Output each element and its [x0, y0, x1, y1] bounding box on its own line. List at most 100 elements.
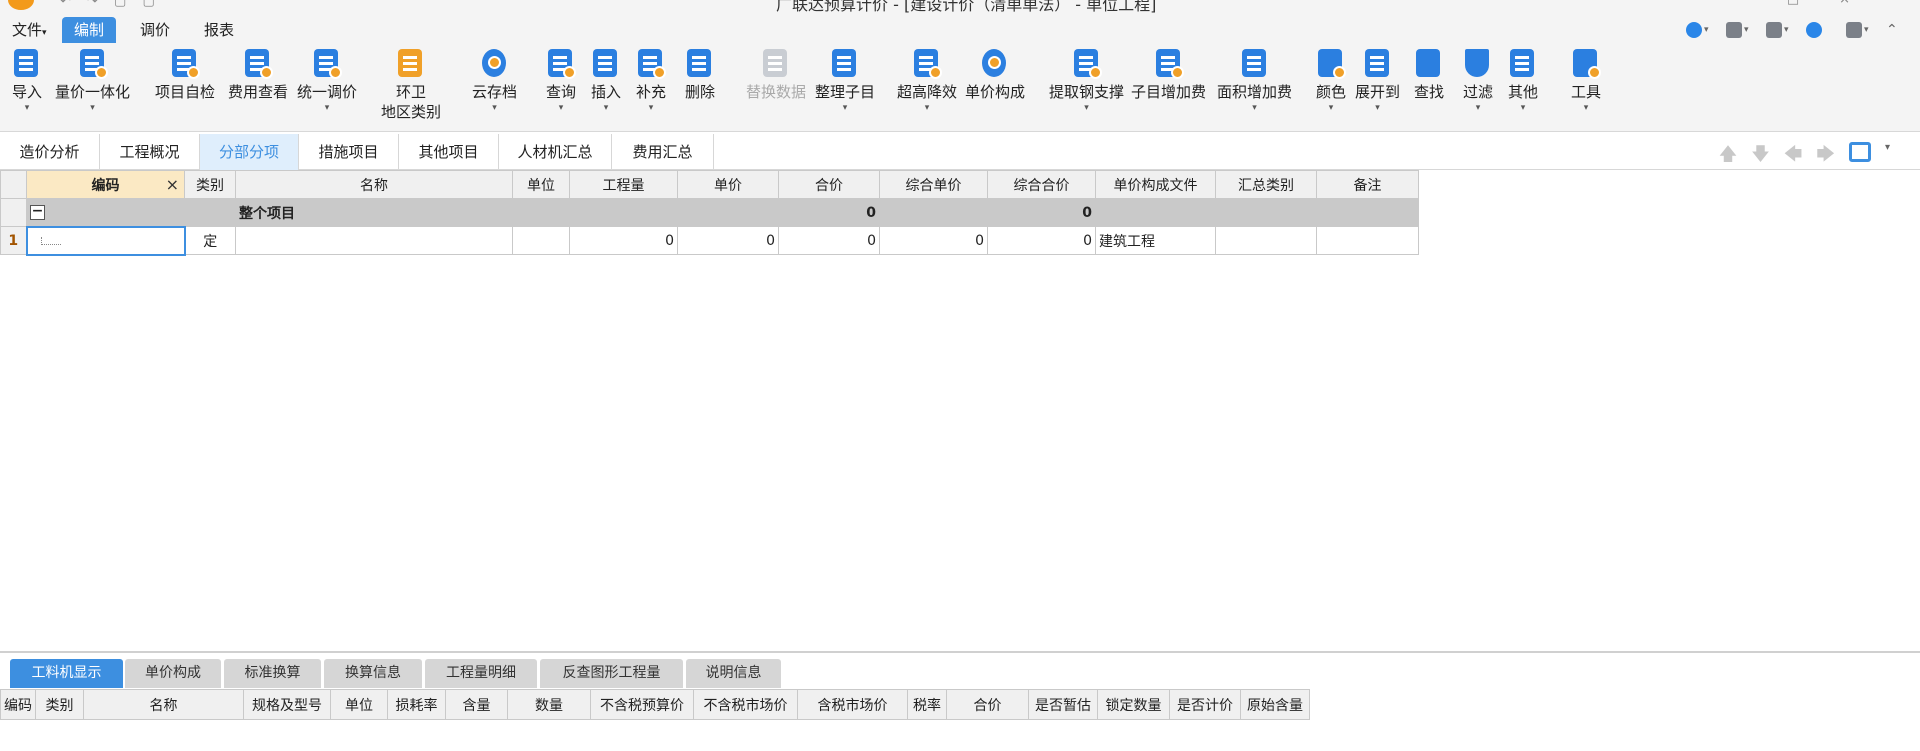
bcol-budget-price-excl-tax[interactable]: 不含税预算价 — [590, 689, 694, 720]
supplement-button[interactable]: 补充 ▾ — [636, 48, 666, 113]
window-layout-icon[interactable]: ▾ — [1766, 20, 1796, 40]
project-self-check-button[interactable]: 项目自检 — [155, 48, 215, 102]
collapse-ribbon-icon[interactable]: ⌃ — [1886, 20, 1900, 40]
comprehensive-unit-price-cell[interactable]: 0 — [879, 226, 988, 255]
tab-cost-analysis[interactable]: 造价分析 — [0, 134, 100, 170]
support-icon[interactable] — [1806, 20, 1836, 40]
quick-access-toolbar[interactable]: ↶ ↷ ▢ ▢ — [60, 0, 161, 9]
bcol-type[interactable]: 类别 — [35, 689, 84, 720]
bcol-original-content[interactable]: 原始含量 — [1240, 689, 1310, 720]
tab-description-info[interactable]: 说明信息 — [686, 659, 781, 688]
bcol-spec-model[interactable]: 规格及型号 — [243, 689, 331, 720]
col-header-quantity[interactable]: 工程量 — [569, 170, 678, 199]
bcol-tax-rate[interactable]: 税率 — [907, 689, 947, 720]
tools-button[interactable]: 工具 ▾ — [1571, 48, 1601, 113]
type-cell[interactable]: 定 — [184, 226, 236, 255]
unit-price-cell[interactable]: 0 — [677, 226, 779, 255]
col-header-total-price[interactable]: 合价 — [778, 170, 880, 199]
move-down-icon[interactable]: 🡇 — [1751, 142, 1770, 172]
quantity-price-integration-button[interactable]: 量价一体化 ▾ — [55, 48, 130, 113]
move-right-icon[interactable]: 🡆 — [1816, 142, 1835, 172]
menu-adjust-price[interactable]: 调价 — [128, 17, 182, 43]
code-cell[interactable] — [25, 225, 186, 256]
tab-other-items[interactable]: 其他项目 — [399, 134, 499, 170]
comprehensive-total-cell[interactable]: 0 — [987, 226, 1096, 255]
menu-file[interactable]: 文件▾ — [0, 17, 59, 43]
collapse-icon[interactable]: − — [30, 204, 45, 220]
col-header-unit[interactable]: 单位 — [512, 170, 570, 199]
user-icon[interactable]: ▾ — [1686, 20, 1716, 40]
bcol-unit[interactable]: 单位 — [330, 689, 388, 720]
expand-to-button[interactable]: 展开到 ▾ — [1355, 48, 1400, 113]
col-header-type[interactable]: 类别 — [184, 170, 236, 199]
delete-button[interactable]: 删除 — [685, 48, 715, 102]
organize-subitems-button[interactable]: 整理子目 ▾ — [815, 48, 875, 113]
bcol-code[interactable]: 编码 — [0, 689, 36, 720]
bcol-quantity[interactable]: 数量 — [507, 689, 591, 720]
tab-reverse-graph-quantity[interactable]: 反查图形工程量 — [540, 659, 683, 688]
close-icon[interactable]: × — [166, 175, 179, 194]
price-file-cell[interactable]: 建筑工程 — [1095, 226, 1216, 255]
menu-edit[interactable]: 编制 — [62, 17, 117, 43]
filter-button[interactable]: 过滤 ▾ — [1463, 48, 1493, 113]
bcol-is-provisional[interactable]: 是否暂估 — [1028, 689, 1098, 720]
import-button[interactable]: 导入 ▾ — [12, 48, 42, 113]
bcol-is-priced[interactable]: 是否计价 — [1169, 689, 1241, 720]
bcol-name[interactable]: 名称 — [83, 689, 244, 720]
bcol-market-price-incl-tax[interactable]: 含税市场价 — [797, 689, 908, 720]
fee-view-button[interactable]: 费用查看 — [228, 48, 288, 102]
quantity-cell[interactable]: 0 — [569, 226, 678, 255]
bcol-content[interactable]: 含量 — [445, 689, 508, 720]
unified-price-adjust-button[interactable]: 统一调价 ▾ — [297, 48, 357, 113]
region-category-button[interactable]: 环卫 地区类别 — [381, 48, 441, 122]
bcol-total-price[interactable]: 合价 — [946, 689, 1029, 720]
settings-dropdown-icon[interactable]: ▾ — [1885, 142, 1890, 172]
col-header-summary-category[interactable]: 汇总类别 — [1215, 170, 1317, 199]
color-button[interactable]: 颜色 ▾ — [1316, 48, 1346, 113]
insert-button[interactable]: 插入 ▾ — [591, 48, 621, 113]
remark-cell[interactable] — [1316, 226, 1419, 255]
cloud-archive-button[interactable]: 云存档 ▾ — [472, 48, 517, 113]
row-number[interactable]: 1 — [0, 226, 27, 255]
settings-icon[interactable] — [1848, 142, 1871, 162]
move-left-icon[interactable]: 🡄 — [1784, 142, 1803, 172]
tab-labor-material-summary[interactable]: 人材机汇总 — [499, 134, 612, 170]
tab-standard-conversion[interactable]: 标准换算 — [224, 659, 321, 688]
name-cell[interactable] — [235, 226, 513, 255]
tab-conversion-info[interactable]: 换算信息 — [324, 659, 422, 688]
unit-price-composition-button[interactable]: 单价构成 — [965, 48, 1025, 102]
menu-report[interactable]: 报表 — [192, 17, 246, 43]
extract-steel-support-button[interactable]: 提取钢支撑 ▾ — [1049, 48, 1124, 113]
tab-measures[interactable]: 措施项目 — [299, 134, 399, 170]
find-button[interactable]: 查找 — [1414, 48, 1444, 102]
area-surcharge-button[interactable]: 面积增加费 ▾ — [1217, 48, 1292, 113]
subitem-surcharge-button[interactable]: 子目增加费 — [1131, 48, 1206, 102]
col-header-comprehensive-unit-price[interactable]: 综合单价 — [879, 170, 988, 199]
window-controls[interactable]: –□× — [1740, 0, 1890, 7]
tab-sub-items[interactable]: 分部分项 — [200, 134, 299, 170]
replace-data-button[interactable]: 替换数据 — [746, 48, 806, 102]
summary-category-cell[interactable] — [1215, 226, 1317, 255]
bcol-market-price-excl-tax[interactable]: 不含税市场价 — [693, 689, 798, 720]
col-header-code[interactable]: 编码 × — [26, 170, 185, 199]
col-header-remark[interactable]: 备注 — [1316, 170, 1419, 199]
move-up-icon[interactable]: 🡅 — [1719, 142, 1738, 172]
super-high-reduction-button[interactable]: 超高降效 ▾ — [897, 48, 957, 113]
tab-project-overview[interactable]: 工程概况 — [100, 134, 200, 170]
unit-cell[interactable] — [512, 226, 570, 255]
query-button[interactable]: 查询 ▾ — [546, 48, 576, 113]
tab-unit-price-composition[interactable]: 单价构成 — [125, 659, 221, 688]
col-header-price-file[interactable]: 单价构成文件 — [1095, 170, 1216, 199]
tab-quantity-details[interactable]: 工程量明细 — [425, 659, 537, 688]
tab-labor-material-display[interactable]: 工料机显示 — [10, 659, 123, 688]
col-header-unit-price[interactable]: 单价 — [677, 170, 779, 199]
bcol-locked-quantity[interactable]: 锁定数量 — [1097, 689, 1170, 720]
bcol-loss-rate[interactable]: 损耗率 — [387, 689, 446, 720]
help-icon[interactable]: ▾ — [1846, 20, 1876, 40]
col-header-comprehensive-total[interactable]: 综合合价 — [987, 170, 1096, 199]
group-row-whole-project[interactable]: − 整个项目 0 0 — [0, 198, 1419, 227]
other-button[interactable]: 其他 ▾ — [1508, 48, 1538, 113]
grid-view-icon[interactable]: ▾ — [1726, 20, 1756, 40]
col-header-name[interactable]: 名称 — [235, 170, 513, 199]
tab-fee-summary[interactable]: 费用汇总 — [612, 134, 714, 170]
